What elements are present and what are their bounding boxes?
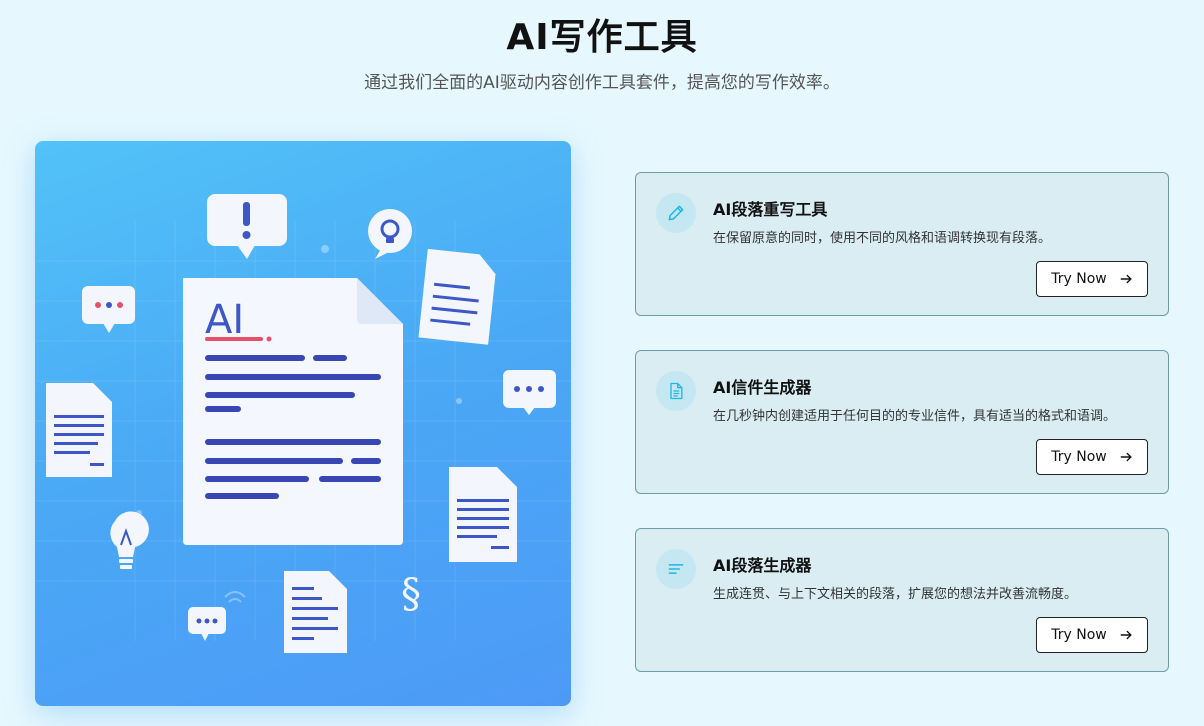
document-icon <box>449 467 517 562</box>
document-icon <box>670 382 683 400</box>
tool-card-rewriter: AI段落重写工具 在保留原意的同时，使用不同的风格和语调转换现有段落。 Try … <box>635 172 1169 316</box>
tool-title: AI信件生成器 <box>713 378 812 397</box>
tool-title: AI段落生成器 <box>713 556 812 575</box>
try-now-button[interactable]: Try Now <box>1036 439 1148 475</box>
card-icon-container <box>656 371 696 411</box>
arrow-right-icon <box>1120 630 1132 640</box>
page-subtitle: 通过我们全面的AI驱动内容创作工具套件，提高您的写作效率。 <box>364 73 840 93</box>
card-icon-container <box>656 549 696 589</box>
try-now-label: Try Now <box>1051 627 1107 643</box>
try-now-label: Try Now <box>1051 449 1107 465</box>
hero-illustration: AI § <box>35 141 571 706</box>
try-now-button[interactable]: Try Now <box>1036 261 1148 297</box>
document-icon <box>46 383 112 477</box>
try-now-button[interactable]: Try Now <box>1036 617 1148 653</box>
tool-description: 在几秒钟内创建适用于任何目的的专业信件，具有适当的格式和语调。 <box>713 409 1117 424</box>
doc-ai-text: AI <box>205 297 244 343</box>
tool-card-letter-generator: AI信件生成器 在几秒钟内创建适用于任何目的的专业信件，具有适当的格式和语调。 … <box>635 350 1169 494</box>
chat-bubble-icon <box>503 370 556 415</box>
wifi-icon <box>224 591 246 603</box>
tool-title: AI段落重写工具 <box>713 200 828 219</box>
tool-description: 在保留原意的同时，使用不同的风格和语调转换现有段落。 <box>713 231 1052 246</box>
section-sign-icon: § <box>401 571 421 617</box>
alert-bubble-icon <box>207 194 287 259</box>
try-now-label: Try Now <box>1051 271 1107 287</box>
arrow-right-icon <box>1120 274 1132 284</box>
tool-card-paragraph-generator: AI段落生成器 生成连贯、与上下文相关的段落，扩展您的想法并改善流畅度。 Try… <box>635 528 1169 672</box>
hero-illustration-svg: AI § <box>35 194 571 653</box>
page-title: AI写作工具 <box>506 17 698 58</box>
chat-bubble-icon <box>188 607 226 641</box>
chat-bubble-icon <box>82 286 135 333</box>
document-icon <box>418 248 496 345</box>
tool-description: 生成连贯、与上下文相关的段落，扩展您的想法并改善流畅度。 <box>713 587 1078 602</box>
main-document: AI <box>183 278 403 545</box>
lightbulb-icon <box>110 511 149 569</box>
text-align-icon <box>668 564 684 574</box>
document-icon <box>284 571 347 653</box>
arrow-right-icon <box>1120 452 1132 462</box>
pencil-icon <box>668 205 684 221</box>
card-icon-container <box>656 193 696 233</box>
